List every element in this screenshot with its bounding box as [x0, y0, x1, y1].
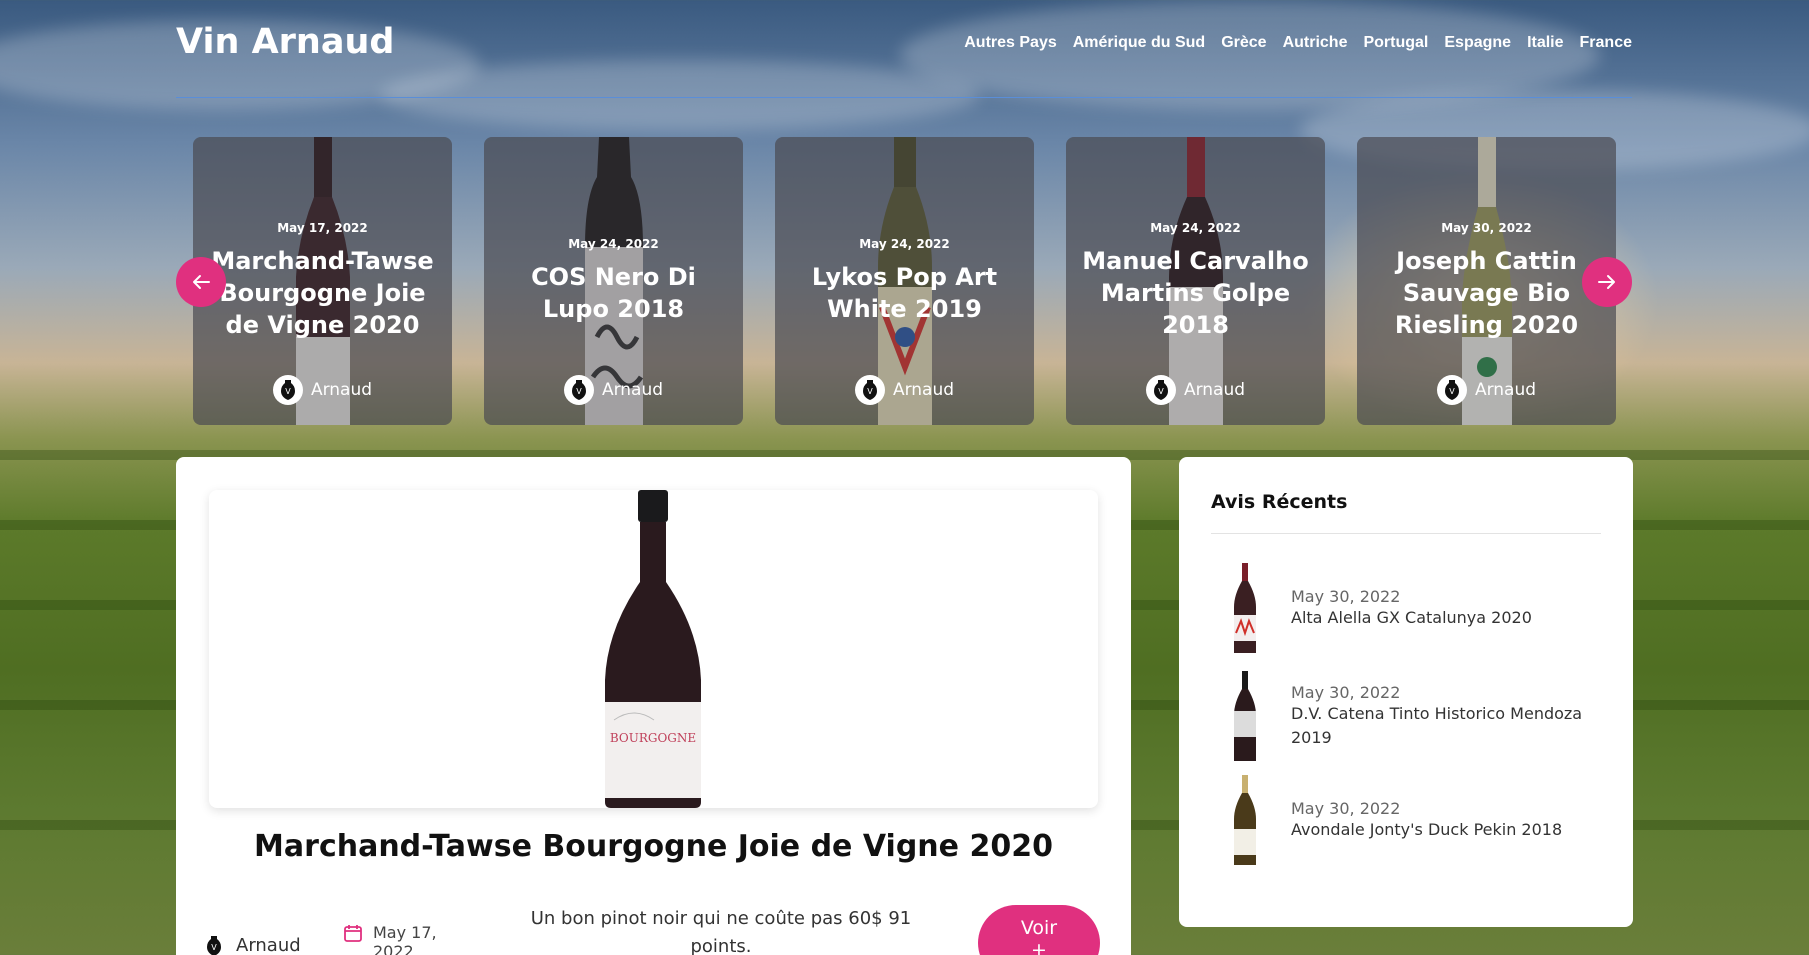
recent-reviews-sidebar: Avis Récents May 30, 2022 Alta Alella GX…	[1179, 457, 1633, 927]
calendar-icon	[344, 925, 362, 942]
recent-title[interactable]: Alta Alella GX Catalunya 2020	[1291, 606, 1532, 630]
card-author-name: Arnaud	[1474, 380, 1537, 400]
post-date-line1: May 17,	[373, 923, 437, 942]
read-more-plus: +	[1031, 939, 1047, 955]
amphora-icon: V	[571, 380, 586, 400]
card-author: V Arnaud	[193, 375, 452, 405]
recent-title[interactable]: Avondale Jonty's Duck Pekin 2018	[1291, 818, 1562, 842]
card-author-name: Arnaud	[892, 380, 955, 400]
recent-title[interactable]: D.V. Catena Tinto Historico Mendoza 2019	[1291, 702, 1591, 750]
card-date: May 30, 2022	[1441, 221, 1532, 235]
card-author: V Arnaud	[1357, 375, 1616, 405]
nav-item-portugal[interactable]: Portugal	[1363, 34, 1428, 52]
main-nav: Autres Pays Amérique du Sud Grèce Autric…	[964, 34, 1632, 52]
carousel-card[interactable]: May 17, 2022 Marchand-Tawse Bourgogne Jo…	[193, 137, 452, 425]
post-date: May 17, 2022	[343, 923, 453, 955]
avatar: V	[272, 375, 303, 405]
site-logo[interactable]: Vin Arnaud	[176, 22, 394, 62]
post-excerpt: Un bon pinot noir qui ne coûte pas 60$ 9…	[530, 908, 912, 955]
recent-thumb	[1217, 775, 1273, 865]
post-date-line2: 2022	[373, 942, 414, 955]
post-image[interactable]: BOURGOGNE	[209, 490, 1098, 808]
card-author-name: Arnaud	[601, 380, 664, 400]
card-author-name: Arnaud	[1183, 380, 1246, 400]
card-date: May 17, 2022	[277, 221, 368, 235]
divider	[1211, 533, 1601, 534]
recent-date: May 30, 2022	[1291, 586, 1401, 606]
recent-date: May 30, 2022	[1291, 682, 1401, 702]
avatar: V	[563, 375, 594, 405]
svg-text:V: V	[1158, 387, 1164, 396]
featured-carousel: May 17, 2022 Marchand-Tawse Bourgogne Jo…	[176, 137, 1632, 425]
amphora-icon: V	[1153, 380, 1168, 400]
arrow-left-icon	[193, 275, 210, 289]
carousel-card[interactable]: May 30, 2022 Joseph Cattin Sauvage Bio R…	[1357, 137, 1616, 425]
nav-item-espagne[interactable]: Espagne	[1444, 34, 1511, 52]
carousel-card[interactable]: May 24, 2022 COS Nero Di Lupo 2018 V Arn…	[484, 137, 743, 425]
amphora-icon: V	[280, 380, 295, 400]
card-author-name: Arnaud	[310, 380, 373, 400]
card-title[interactable]: Lykos Pop Art White 2019	[791, 261, 1018, 325]
card-title[interactable]: Manuel Carvalho Martins Golpe 2018	[1082, 245, 1309, 341]
bottle-thumbnail	[1234, 671, 1256, 761]
svg-text:V: V	[576, 387, 582, 396]
recent-thumb	[1217, 563, 1273, 653]
avatar: V	[854, 375, 885, 405]
svg-text:V: V	[285, 387, 291, 396]
post-title[interactable]: Marchand-Tawse Bourgogne Joie de Vigne 2…	[176, 829, 1131, 864]
read-more-label: Voir	[1020, 917, 1058, 939]
avatar: V	[1436, 375, 1467, 405]
bottle-label-text: BOURGOGNE	[610, 731, 696, 745]
card-date: May 24, 2022	[1150, 221, 1241, 235]
recent-review-item[interactable]: May 30, 2022 Avondale Jonty's Duck Pekin…	[1217, 775, 1562, 865]
bottle-thumbnail	[1234, 563, 1256, 653]
recent-date: May 30, 2022	[1291, 798, 1401, 818]
recent-review-item[interactable]: May 30, 2022 D.V. Catena Tinto Historico…	[1217, 671, 1591, 761]
card-title[interactable]: Joseph Cattin Sauvage Bio Riesling 2020	[1373, 245, 1600, 341]
post-author: V Arnaud	[206, 935, 301, 955]
read-more-button[interactable]: Voir +	[978, 905, 1100, 955]
amphora-icon: V	[862, 380, 877, 400]
bottle-thumbnail	[1234, 775, 1256, 865]
card-title[interactable]: Marchand-Tawse Bourgogne Joie de Vigne 2…	[209, 245, 436, 341]
carousel-card[interactable]: May 24, 2022 Lykos Pop Art White 2019 V …	[775, 137, 1034, 425]
nav-item-autres-pays[interactable]: Autres Pays	[964, 34, 1057, 52]
carousel-next-button[interactable]	[1582, 257, 1632, 307]
amphora-icon: V	[1444, 380, 1459, 400]
wine-bottle-image: BOURGOGNE	[605, 490, 701, 808]
card-date: May 24, 2022	[568, 237, 659, 251]
site-header: Vin Arnaud Autres Pays Amérique du Sud G…	[176, 22, 1632, 98]
carousel-card[interactable]: May 24, 2022 Manuel Carvalho Martins Gol…	[1066, 137, 1325, 425]
avatar: V	[1145, 375, 1176, 405]
nav-item-autriche[interactable]: Autriche	[1283, 34, 1348, 52]
nav-item-italie[interactable]: Italie	[1527, 34, 1563, 52]
sidebar-title: Avis Récents	[1211, 491, 1348, 513]
featured-post-card: BOURGOGNE Marchand-Tawse Bourgogne Joie …	[176, 457, 1131, 955]
card-title[interactable]: COS Nero Di Lupo 2018	[500, 261, 727, 325]
svg-text:V: V	[1449, 387, 1455, 396]
arrow-right-icon	[1598, 275, 1615, 289]
svg-text:V: V	[211, 943, 217, 952]
card-author: V Arnaud	[1066, 375, 1325, 405]
post-author-name: Arnaud	[236, 935, 301, 955]
svg-text:V: V	[867, 387, 873, 396]
amphora-icon: V	[207, 935, 221, 955]
nav-item-amerique-du-sud[interactable]: Amérique du Sud	[1073, 34, 1205, 52]
recent-thumb	[1217, 671, 1273, 761]
recent-review-item[interactable]: May 30, 2022 Alta Alella GX Catalunya 20…	[1217, 563, 1532, 653]
card-author: V Arnaud	[484, 375, 743, 405]
carousel-prev-button[interactable]	[176, 257, 226, 307]
nav-item-grece[interactable]: Grèce	[1221, 34, 1266, 52]
nav-item-france[interactable]: France	[1580, 34, 1632, 52]
card-date: May 24, 2022	[859, 237, 950, 251]
card-author: V Arnaud	[775, 375, 1034, 405]
